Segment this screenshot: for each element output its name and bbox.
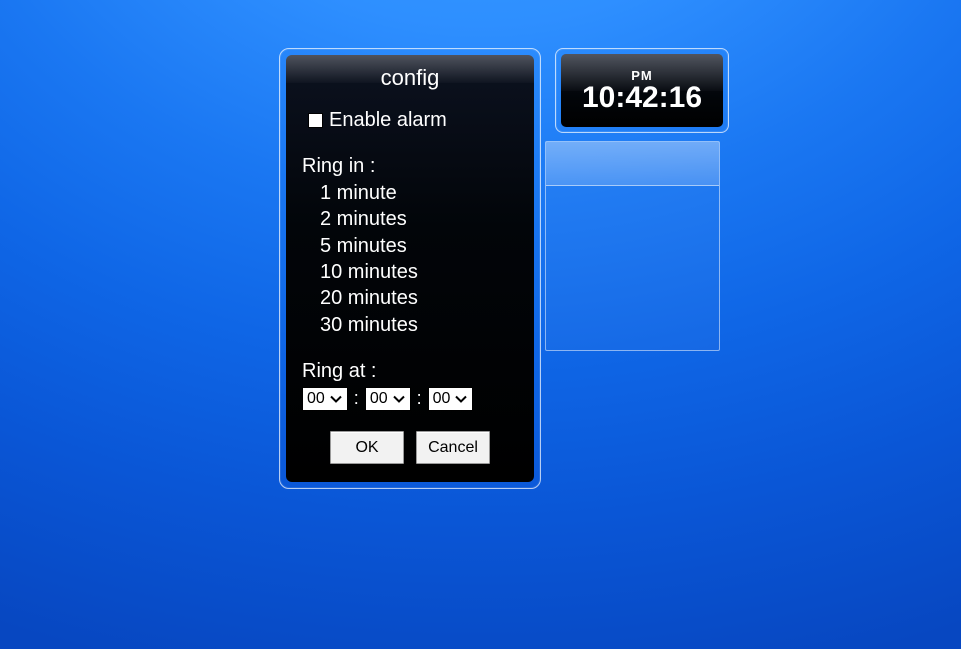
enable-alarm-label: Enable alarm — [329, 107, 447, 133]
ring-in-label: Ring in : — [302, 153, 518, 179]
ring-at-seconds-select[interactable]: 00 — [428, 387, 474, 411]
clock-face: PM 10:42:16 — [561, 54, 723, 127]
ok-button[interactable]: OK — [330, 431, 404, 464]
ring-in-options: 1 minute 2 minutes 5 minutes 10 minutes … — [320, 180, 518, 338]
config-body: Enable alarm Ring in : 1 minute 2 minute… — [286, 103, 534, 464]
ring-in-option-2[interactable]: 2 minutes — [320, 206, 518, 232]
ring-at-minutes-value: 00 — [370, 388, 388, 409]
config-panel: config Enable alarm Ring in : 1 minute 2… — [286, 55, 534, 482]
enable-alarm-checkbox[interactable] — [308, 113, 323, 128]
time-separator: : — [354, 387, 359, 411]
ring-at-label: Ring at : — [302, 358, 518, 384]
ring-at-hours-select[interactable]: 00 — [302, 387, 348, 411]
chevron-down-icon — [392, 392, 406, 406]
ring-in-option-1[interactable]: 1 minute — [320, 180, 518, 206]
config-title: config — [286, 55, 534, 103]
enable-alarm-row[interactable]: Enable alarm — [308, 107, 518, 133]
background-window — [545, 141, 720, 351]
ring-in-option-5[interactable]: 20 minutes — [320, 285, 518, 311]
ring-at-row: 00 : 00 : 00 — [302, 387, 518, 411]
clock-time: 10:42:16 — [582, 82, 702, 114]
chevron-down-icon — [454, 392, 468, 406]
ring-in-option-6[interactable]: 30 minutes — [320, 312, 518, 338]
config-gadget: config Enable alarm Ring in : 1 minute 2… — [279, 48, 541, 489]
button-row: OK Cancel — [302, 431, 518, 464]
time-separator: : — [417, 387, 422, 411]
cancel-button[interactable]: Cancel — [416, 431, 490, 464]
ring-at-hours-value: 00 — [307, 388, 325, 409]
ring-in-option-3[interactable]: 5 minutes — [320, 233, 518, 259]
ring-at-minutes-select[interactable]: 00 — [365, 387, 411, 411]
ring-at-seconds-value: 00 — [433, 388, 451, 409]
background-window-header — [546, 142, 719, 186]
clock-gadget: PM 10:42:16 — [555, 48, 729, 133]
ring-in-option-4[interactable]: 10 minutes — [320, 259, 518, 285]
chevron-down-icon — [329, 392, 343, 406]
